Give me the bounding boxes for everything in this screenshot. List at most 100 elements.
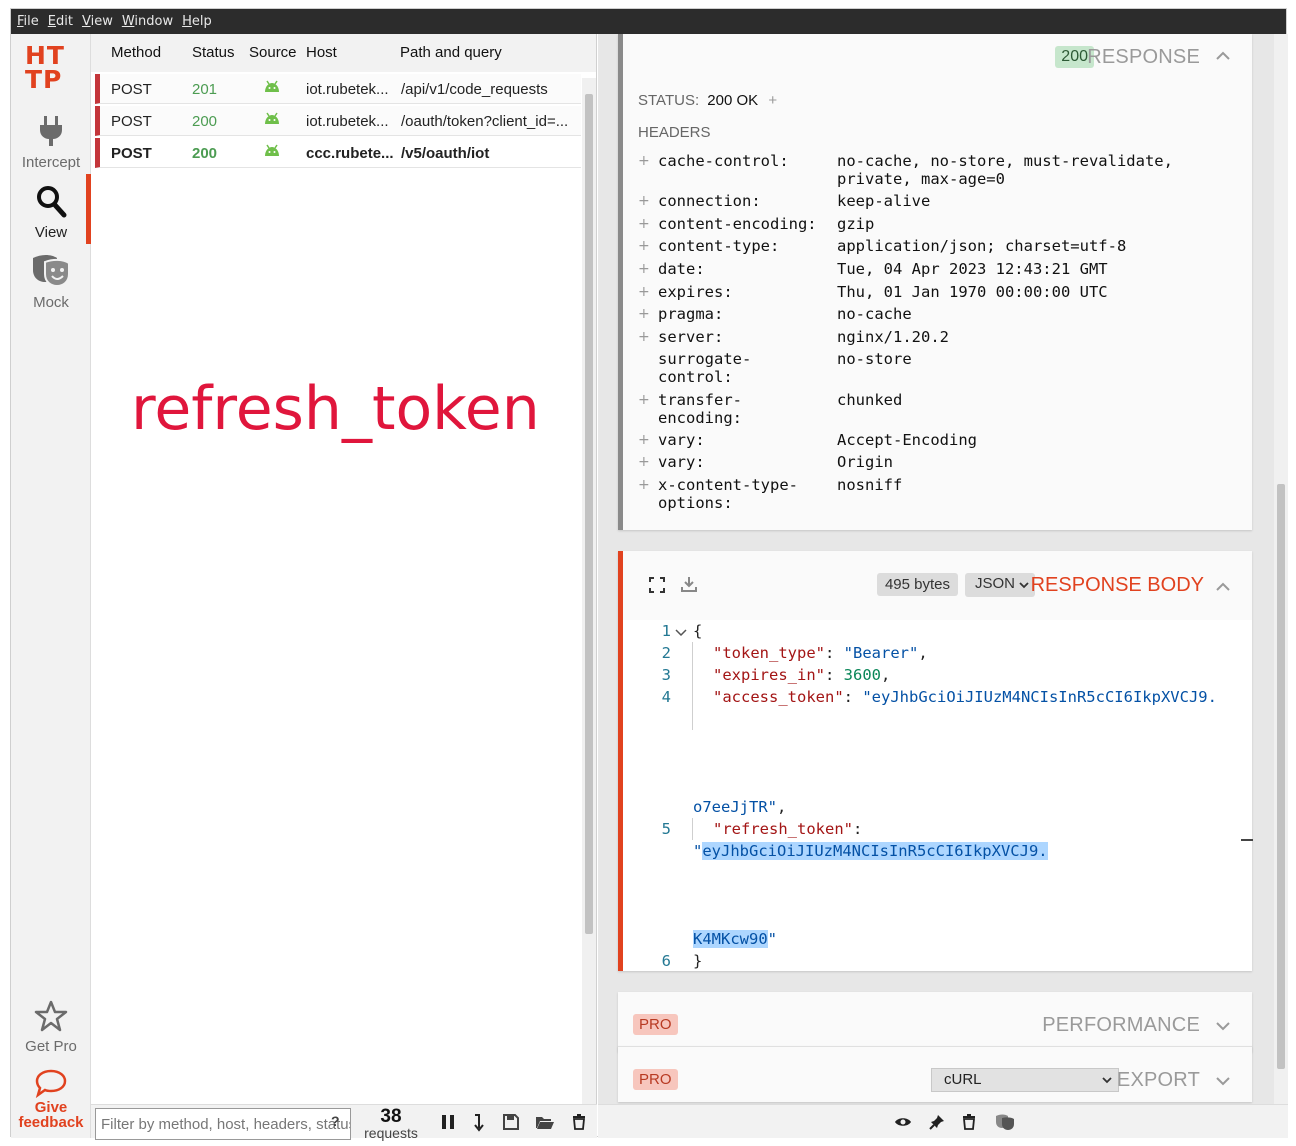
response-body-title[interactable]: RESPONSE BODY xyxy=(1031,574,1204,597)
menu-help[interactable]: Help xyxy=(182,14,212,29)
annotation-caption: refresh_token xyxy=(131,374,540,444)
download-icon[interactable] xyxy=(681,576,697,597)
httptoolkit-logo[interactable]: HT TP xyxy=(25,43,77,92)
json-editor[interactable]: 1 { 2 "token_type": "Bearer", 3 "expires… xyxy=(623,620,1253,971)
sidebar-nav: HT TP Intercept View Mock Get Pro Give f… xyxy=(11,34,91,1138)
column-method[interactable]: Method xyxy=(111,44,161,61)
expand-header-icon[interactable]: + xyxy=(638,453,650,471)
response-card: 200 RESPONSE STATUS: 200 OK + HEADERS + … xyxy=(618,34,1252,530)
folder-open-icon[interactable] xyxy=(535,1114,555,1135)
android-icon xyxy=(263,80,281,98)
chevron-down-icon[interactable] xyxy=(1216,1018,1230,1036)
row-status: 200 xyxy=(192,145,218,162)
table-row-selected[interactable]: POST 200 ccc.rubete... /v5/oauth/iot xyxy=(95,138,581,168)
sidebar-item-view[interactable]: View xyxy=(11,184,91,241)
list-scrollbar[interactable] xyxy=(582,78,596,1104)
row-host: ccc.rubete... xyxy=(306,145,394,162)
body-size-badge: 495 bytes xyxy=(876,573,958,596)
headers-label: HEADERS xyxy=(638,124,711,141)
request-list-pane: Method Status Source Host Path and query… xyxy=(91,34,597,1141)
chat-bubble-icon xyxy=(35,1069,67,1098)
row-status: 200 xyxy=(192,113,218,130)
expand-header-icon[interactable]: + xyxy=(638,237,650,255)
table-row[interactable]: POST 201 iot.rubetek... /api/v1/code_req… xyxy=(95,74,581,104)
menu-edit[interactable]: Edit xyxy=(48,14,73,29)
filter-input[interactable]: Filter by method, host, headers, status.… xyxy=(95,1108,351,1140)
pause-icon[interactable] xyxy=(441,1114,455,1135)
export-title[interactable]: EXPORT xyxy=(1117,1069,1200,1092)
expand-header-icon[interactable]: + xyxy=(638,215,650,233)
fold-chevron-icon[interactable] xyxy=(675,624,687,642)
export-format-select[interactable]: cURL xyxy=(931,1068,1119,1092)
theater-masks-icon xyxy=(33,255,70,288)
filter-help-icon[interactable]: ? xyxy=(331,1113,340,1129)
menu-bar: File Edit View Window Help xyxy=(11,9,1286,34)
expand-header-icon[interactable]: + xyxy=(638,305,650,323)
overview-ruler-mark xyxy=(1241,839,1253,841)
save-icon[interactable] xyxy=(503,1114,519,1135)
expand-header-icon[interactable]: + xyxy=(638,476,650,494)
row-host: iot.rubetek... xyxy=(306,81,389,98)
give-feedback-button[interactable]: Give feedback xyxy=(11,1068,91,1130)
expand-header-icon[interactable]: + xyxy=(638,260,650,278)
eye-icon[interactable] xyxy=(894,1115,912,1133)
expand-header-icon[interactable]: + xyxy=(638,192,650,210)
row-path: /v5/oauth/iot xyxy=(401,145,490,162)
expand-header-icon[interactable]: + xyxy=(638,391,650,409)
expand-header-icon[interactable]: + xyxy=(638,328,650,346)
theater-masks-icon[interactable] xyxy=(995,1114,1015,1135)
body-format-select[interactable]: JSON xyxy=(965,573,1035,597)
response-title[interactable]: RESPONSE xyxy=(1087,46,1200,69)
app-window: File Edit View Window Help HT TP Interce… xyxy=(10,8,1288,1141)
star-icon xyxy=(34,1000,68,1032)
plug-icon xyxy=(40,116,62,146)
column-host[interactable]: Host xyxy=(306,44,337,61)
chevron-down-icon xyxy=(1019,582,1029,589)
detail-scrollbar-thumb[interactable] xyxy=(1277,484,1285,1069)
expand-header-icon[interactable]: + xyxy=(638,283,650,301)
table-row[interactable]: POST 200 iot.rubetek... /oauth/token?cli… xyxy=(95,106,581,136)
chevron-down-icon xyxy=(1102,1077,1112,1084)
performance-card: PRO PERFORMANCE xyxy=(618,992,1252,1052)
row-path: /oauth/token?client_id=... xyxy=(401,113,569,130)
status-line: STATUS: 200 OK + xyxy=(638,92,778,109)
list-footer: Filter by method, host, headers, status.… xyxy=(91,1104,597,1141)
trash-icon[interactable] xyxy=(572,1114,586,1135)
expand-icon[interactable] xyxy=(649,577,665,598)
chevron-up-icon[interactable] xyxy=(1216,48,1230,66)
chevron-up-icon[interactable] xyxy=(1216,579,1230,597)
pin-icon[interactable] xyxy=(929,1114,945,1135)
android-icon xyxy=(263,144,281,162)
column-source[interactable]: Source xyxy=(249,44,297,61)
detail-scrollbar[interactable] xyxy=(1274,34,1288,1104)
expand-status-icon[interactable]: + xyxy=(768,92,777,109)
selected-refresh-token[interactable]: eyJhbGciOiJIUzM4NCIsInR5cCI6IkpXVCJ9. xyxy=(702,842,1048,860)
menu-file[interactable]: File xyxy=(17,14,39,29)
expand-header-icon[interactable]: + xyxy=(638,431,650,449)
scroll-to-end-icon[interactable] xyxy=(473,1114,485,1137)
sidebar-item-intercept[interactable]: Intercept xyxy=(11,114,91,171)
trash-icon[interactable] xyxy=(962,1114,976,1135)
detail-pane: 200 RESPONSE STATUS: 200 OK + HEADERS + … xyxy=(598,34,1288,1138)
performance-title[interactable]: PERFORMANCE xyxy=(1042,1014,1200,1037)
list-scrollbar-thumb[interactable] xyxy=(585,94,593,934)
pro-badge: PRO xyxy=(633,1014,678,1035)
row-status: 201 xyxy=(192,81,218,98)
row-method: POST xyxy=(111,145,152,162)
request-rows: POST 201 iot.rubetek... /api/v1/code_req… xyxy=(95,74,581,170)
menu-view[interactable]: View xyxy=(82,14,113,29)
search-icon xyxy=(37,186,67,218)
column-status[interactable]: Status xyxy=(192,44,235,61)
expand-header-icon[interactable]: + xyxy=(638,152,650,170)
get-pro-button[interactable]: Get Pro xyxy=(11,1000,91,1055)
row-host: iot.rubetek... xyxy=(306,113,389,130)
sidebar-item-mock[interactable]: Mock xyxy=(11,254,91,311)
column-path[interactable]: Path and query xyxy=(400,44,502,61)
export-card: PRO cURL EXPORT xyxy=(618,1046,1252,1102)
menu-window[interactable]: Window xyxy=(122,14,173,29)
detail-footer xyxy=(598,1104,1288,1138)
row-method: POST xyxy=(111,113,152,130)
row-path: /api/v1/code_requests xyxy=(401,81,548,98)
chevron-down-icon[interactable] xyxy=(1216,1073,1230,1091)
row-method: POST xyxy=(111,81,152,98)
